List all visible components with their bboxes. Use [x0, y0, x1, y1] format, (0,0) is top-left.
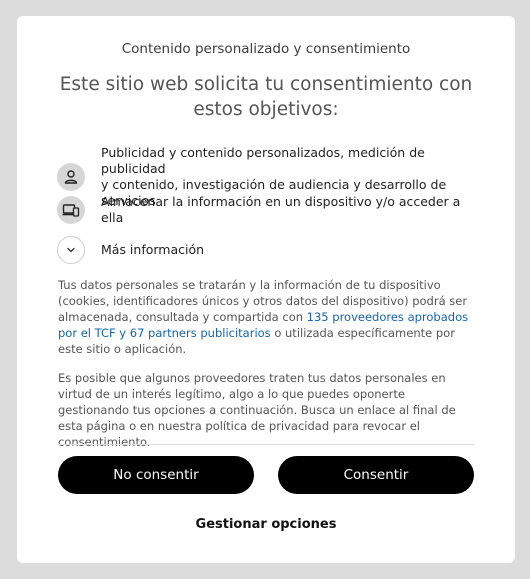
data-processing-paragraph: Tus datos personales se tratarán y la in…	[58, 278, 469, 356]
more-info-toggle[interactable]: Más información	[57, 236, 477, 264]
purpose-item-store-info: Almacenar la información en un dispositi…	[57, 194, 477, 226]
consent-dialog: Contenido personalizado y consentimiento…	[17, 16, 515, 563]
purpose-label: Almacenar la información en un dispositi…	[101, 194, 461, 225]
devices-icon	[57, 196, 85, 224]
more-info-label[interactable]: Más información	[101, 242, 204, 258]
chevron-down-icon[interactable]	[57, 236, 85, 264]
accept-button[interactable]: Consentir	[278, 456, 474, 494]
reject-button[interactable]: No consentir	[58, 456, 254, 494]
divider	[58, 444, 474, 445]
dialog-heading: Este sitio web solicita tu consentimient…	[59, 74, 473, 120]
person-icon	[57, 163, 85, 191]
dialog-title: Contenido personalizado y consentimiento	[121, 41, 411, 57]
manage-options-link[interactable]: Gestionar opciones	[17, 517, 515, 532]
legitimate-interest-paragraph: Es posible que algunos proveedores trate…	[58, 371, 456, 449]
